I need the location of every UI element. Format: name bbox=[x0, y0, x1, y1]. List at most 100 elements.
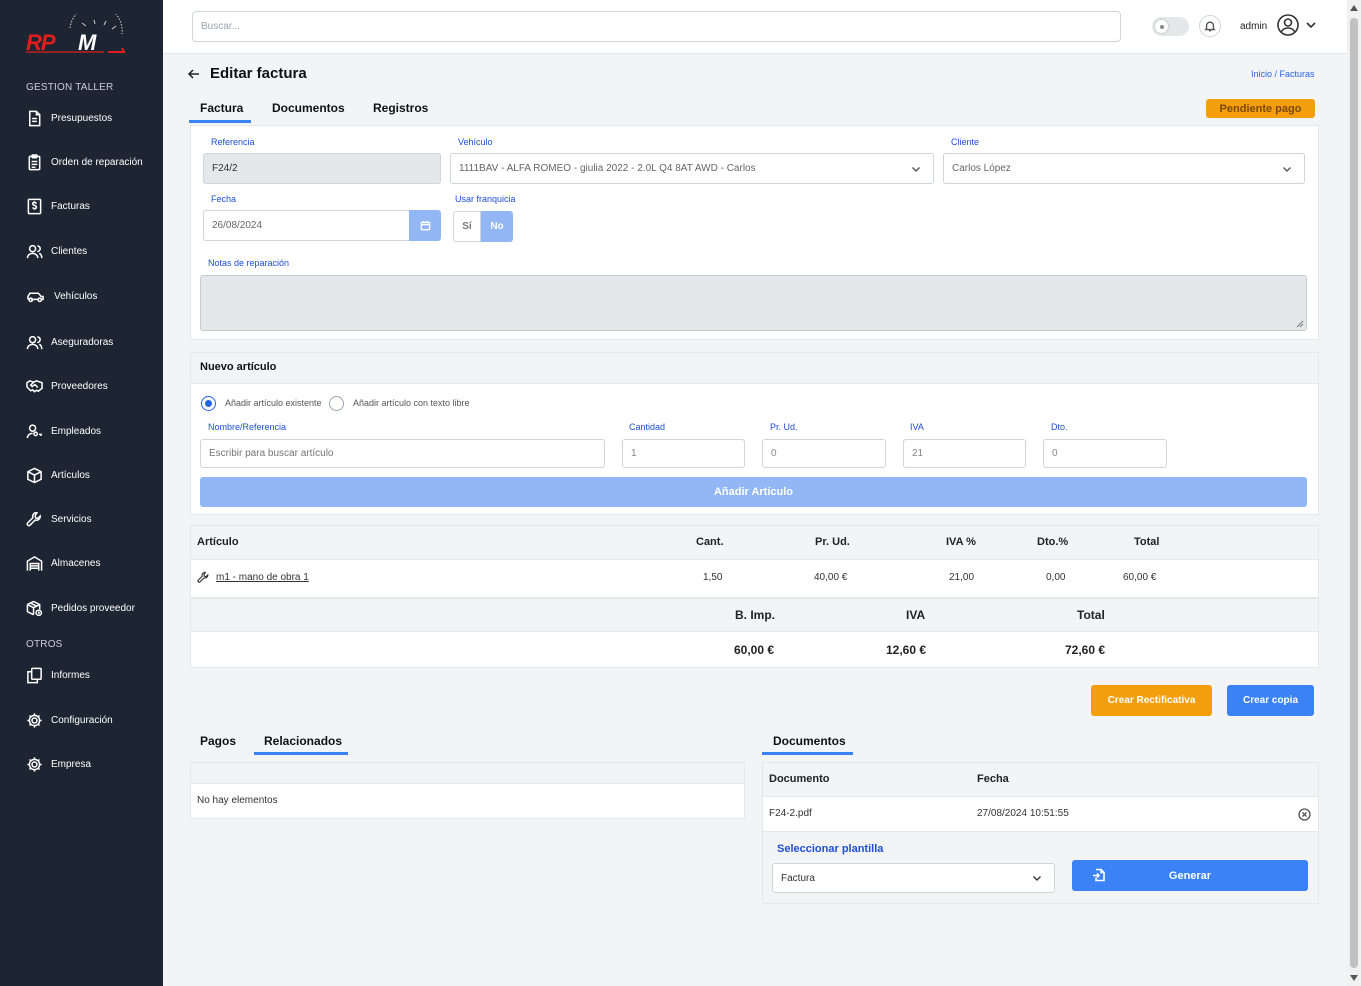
dto-input[interactable]: 0 bbox=[1043, 439, 1167, 468]
vehiculo-select[interactable]: 1111BAV - ALFA ROMEO - giulia 2022 - 2.0… bbox=[450, 153, 934, 184]
package-icon bbox=[26, 600, 43, 616]
user-avatar-icon[interactable] bbox=[1276, 13, 1300, 37]
calendar-icon bbox=[420, 220, 430, 231]
crear-copia-button[interactable]: Crear copia bbox=[1227, 685, 1314, 716]
fecha-label: Fecha bbox=[211, 194, 237, 204]
sidebar-item-almacenes[interactable]: Almacenes bbox=[26, 552, 100, 574]
add-article-button[interactable]: Añadir Artículo bbox=[200, 477, 1307, 507]
sidebar-item-proveedores[interactable]: Proveedores bbox=[26, 375, 108, 397]
search-input[interactable] bbox=[192, 11, 1121, 42]
totals-base-value: 60,00 € bbox=[734, 643, 775, 657]
back-arrow-icon[interactable] bbox=[187, 67, 201, 81]
document-icon bbox=[29, 110, 41, 126]
tab-relacionados[interactable]: Relacionados bbox=[264, 734, 342, 748]
nombre-input[interactable] bbox=[200, 439, 605, 468]
chevron-down-icon bbox=[912, 166, 920, 172]
cell-iva: 21,00 bbox=[949, 572, 975, 583]
document-name[interactable]: F24-2.pdf bbox=[769, 808, 812, 819]
tab-factura[interactable]: Factura bbox=[200, 101, 243, 115]
close-circle-icon[interactable] bbox=[1298, 808, 1311, 821]
sidebar-item-empleados[interactable]: Empleados bbox=[26, 420, 101, 442]
tab-registros[interactable]: Registros bbox=[373, 101, 428, 115]
totals-base-label: B. Imp. bbox=[735, 608, 776, 622]
sidebar-item-facturas[interactable]: Facturas bbox=[26, 195, 90, 217]
sidebar-item-empresa[interactable]: Empresa bbox=[26, 753, 91, 775]
box-icon bbox=[27, 467, 42, 483]
sidebar-item-label: Almacenes bbox=[51, 557, 101, 569]
sidebar-item-vehiculos[interactable]: Vehículos bbox=[26, 285, 97, 307]
breadcrumb[interactable]: Inicio / Facturas bbox=[1251, 69, 1315, 79]
sidebar-item-articulos[interactable]: Artículos bbox=[26, 464, 90, 486]
warehouse-icon bbox=[26, 555, 43, 571]
sidebar-item-label: Informes bbox=[51, 669, 90, 681]
sidebar-item-presupuestos[interactable]: Presupuestos bbox=[26, 107, 112, 129]
sidebar-item-configuracion[interactable]: Configuración bbox=[26, 709, 113, 731]
plantilla-select[interactable]: Factura bbox=[772, 863, 1055, 893]
sidebar-item-label: Clientes bbox=[51, 245, 88, 257]
col-total: Total bbox=[1134, 536, 1160, 548]
users-icon bbox=[26, 335, 43, 349]
radio-articulo-existente[interactable] bbox=[201, 396, 216, 411]
totals-iva-label: IVA bbox=[906, 608, 926, 622]
sidebar-item-clientes[interactable]: Clientes bbox=[26, 240, 87, 262]
sidebar-item-pedidos-proveedor[interactable]: Pedidos proveedor bbox=[26, 597, 135, 619]
user-name[interactable]: admin bbox=[1240, 21, 1267, 32]
fecha-input[interactable]: 26/08/2024 bbox=[203, 210, 410, 241]
col-precio: Pr. Ud. bbox=[815, 536, 850, 548]
franquicia-si-button[interactable]: Sí bbox=[453, 211, 481, 242]
tab-documentos[interactable]: Documentos bbox=[272, 101, 345, 115]
col-dto: Dto.% bbox=[1037, 536, 1069, 548]
col-articulo: Artículo bbox=[197, 536, 239, 548]
sidebar: RP M GESTION TALLER Presupuestos Orden d… bbox=[0, 0, 163, 986]
vehiculo-label: Vehículo bbox=[458, 137, 493, 147]
franquicia-no-button[interactable]: No bbox=[481, 211, 513, 242]
cell-cantidad: 1,50 bbox=[703, 572, 723, 583]
tab-documentos-bottom[interactable]: Documentos bbox=[773, 734, 846, 748]
generar-button[interactable]: Generar bbox=[1072, 860, 1308, 891]
crear-rectificativa-button[interactable]: Crear Rectificativa bbox=[1091, 685, 1212, 716]
clipboard-icon bbox=[28, 153, 41, 170]
cantidad-label: Cantidad bbox=[629, 422, 666, 432]
notas-textarea[interactable] bbox=[200, 275, 1307, 331]
resize-handle-icon[interactable] bbox=[1296, 320, 1304, 328]
rpm-logo[interactable]: RP M bbox=[24, 14, 128, 56]
sidebar-item-label: Orden de reparación bbox=[51, 156, 143, 168]
totals-iva-value: 12,60 € bbox=[886, 643, 927, 657]
notifications-button[interactable] bbox=[1199, 15, 1221, 37]
tab-pagos[interactable]: Pagos bbox=[200, 734, 236, 748]
section-gestion-taller: GESTION TALLER bbox=[26, 82, 114, 93]
col-cantidad: Cant. bbox=[696, 536, 724, 548]
nuevo-articulo-header bbox=[191, 353, 1318, 384]
status-badge: Pendiente pago bbox=[1206, 99, 1315, 118]
sidebar-item-label: Vehículos bbox=[54, 290, 98, 302]
cantidad-input[interactable]: 1 bbox=[622, 439, 745, 468]
iva-label: IVA bbox=[910, 422, 924, 432]
chevron-down-icon[interactable] bbox=[1305, 19, 1317, 31]
sidebar-item-label: Empleados bbox=[51, 425, 102, 437]
theme-toggle[interactable] bbox=[1152, 17, 1189, 36]
calendar-button[interactable] bbox=[409, 210, 441, 241]
dto-label: Dto. bbox=[1051, 422, 1068, 432]
svg-text:RP: RP bbox=[26, 30, 56, 55]
chevron-down-icon bbox=[1033, 876, 1041, 881]
precio-input[interactable]: 0 bbox=[762, 439, 886, 468]
documentos-header bbox=[763, 763, 1318, 797]
sidebar-item-orden-reparacion[interactable]: Orden de reparación bbox=[26, 151, 143, 173]
sidebar-item-aseguradoras[interactable]: Aseguradoras bbox=[26, 331, 113, 353]
sidebar-item-informes[interactable]: Informes bbox=[26, 664, 90, 686]
sidebar-item-label: Proveedores bbox=[51, 380, 108, 392]
col-iva: IVA % bbox=[946, 536, 976, 548]
vertical-scrollbar[interactable] bbox=[1347, 0, 1361, 986]
sidebar-item-servicios[interactable]: Servicios bbox=[26, 508, 92, 530]
radio-texto-libre[interactable] bbox=[329, 396, 344, 411]
sidebar-item-label: Configuración bbox=[51, 714, 113, 726]
sidebar-item-label: Artículos bbox=[51, 469, 90, 481]
cliente-select[interactable]: Carlos López bbox=[943, 153, 1305, 184]
topbar: admin bbox=[163, 0, 1347, 54]
nuevo-articulo-title: Nuevo artículo bbox=[200, 361, 277, 373]
plantilla-label: Seleccionar plantilla bbox=[777, 843, 884, 855]
svg-text:M: M bbox=[78, 30, 97, 55]
iva-input[interactable]: 21 bbox=[903, 439, 1026, 468]
notas-label: Notas de reparación bbox=[208, 258, 290, 268]
article-link[interactable]: m1 - mano de obra 1 bbox=[216, 572, 309, 583]
